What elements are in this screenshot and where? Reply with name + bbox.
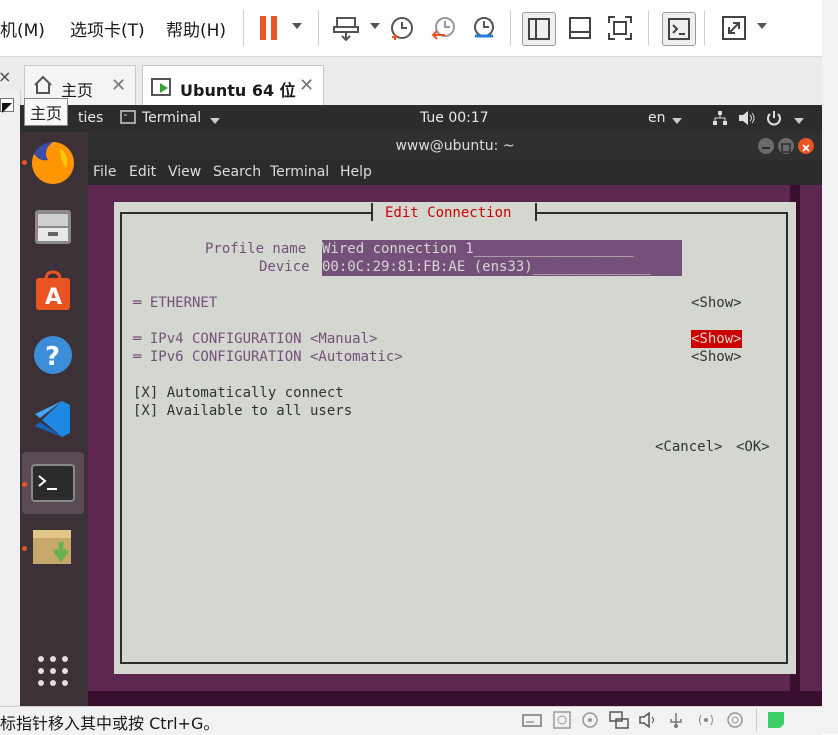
toolbar-separator <box>243 10 244 46</box>
profile-name-label: Profile name <box>205 241 307 257</box>
dialog-title: Edit Connection <box>385 205 512 221</box>
window-title: www@ubuntu: ~ <box>395 138 515 154</box>
device-input[interactable]: 00:0C:29:81:FB:AE (ens33)______________ <box>322 258 682 276</box>
snapshot-icon[interactable] <box>386 12 418 44</box>
software-center-icon[interactable]: A <box>30 268 76 314</box>
menu-machine[interactable]: 机(M) <box>0 16 45 41</box>
chevron-down-icon[interactable] <box>370 23 380 29</box>
vscode-icon[interactable] <box>30 396 76 442</box>
status-message: 标指针移入其中或按 Ctrl+G。 <box>0 714 220 733</box>
installer-icon[interactable] <box>30 524 76 570</box>
svg-text:A: A <box>45 285 62 310</box>
language-indicator[interactable]: en <box>648 110 666 126</box>
menu-edit[interactable]: Edit <box>129 164 156 180</box>
menu-view[interactable]: View <box>168 164 201 180</box>
dropdown-icon[interactable] <box>0 98 14 113</box>
chevron-down-icon[interactable] <box>757 23 767 29</box>
pause-icon[interactable] <box>253 12 285 44</box>
right-scroll-strip <box>822 0 838 734</box>
vm-icon <box>151 76 173 102</box>
chevron-down-icon[interactable] <box>210 114 220 130</box>
single-window-icon[interactable] <box>564 12 596 44</box>
ok-button[interactable]: <OK> <box>736 438 770 456</box>
ipv4-section: ═ IPv4 CONFIGURATION <Manual> <box>133 331 378 347</box>
send-keys-icon[interactable] <box>330 12 362 44</box>
show-apps-icon[interactable] <box>30 648 76 694</box>
status-separator <box>756 708 757 732</box>
wireless-icon[interactable] <box>696 710 716 730</box>
close-icon[interactable]: ✕ <box>299 75 314 96</box>
all-users-checkbox[interactable]: [X] Available to all users <box>133 402 352 420</box>
cd-rom-icon[interactable] <box>552 710 572 730</box>
tab-label: Ubuntu 64 位 <box>180 81 296 100</box>
files-icon[interactable] <box>30 204 76 250</box>
menu-file[interactable]: File <box>93 164 116 180</box>
menu-search[interactable]: Search <box>213 164 261 180</box>
toolbar-separator <box>648 10 649 46</box>
menu-help[interactable]: 帮助(H) <box>166 16 226 41</box>
ethernet-section: ═ ETHERNET <box>133 295 218 311</box>
tab-ubuntu[interactable]: Ubuntu 64 位 ✕ <box>142 65 324 105</box>
running-indicator <box>22 160 27 165</box>
tab-bar: × 主页 ✕ Ubuntu 64 位 ✕ <box>0 57 822 105</box>
terminal-titlebar: www@ubuntu: ~ <box>88 132 822 160</box>
terminal-icon[interactable] <box>30 460 76 506</box>
terminal-bottom-edge <box>88 691 822 706</box>
home-icon <box>33 75 53 99</box>
console-view-icon[interactable] <box>522 12 556 46</box>
profile-name-input[interactable]: Wired connection 1___________________ <box>322 240 682 258</box>
close-icon[interactable]: × <box>0 67 11 86</box>
cancel-button[interactable]: <Cancel> <box>655 438 722 456</box>
chevron-down-icon[interactable] <box>292 23 302 29</box>
clock[interactable]: Tue 00:17 <box>420 110 489 126</box>
volume-icon[interactable] <box>738 110 756 130</box>
terminal-app-icon <box>120 110 136 128</box>
terminal-menubar: File Edit View Search Terminal Help <box>88 160 822 185</box>
message-icon[interactable] <box>766 710 786 730</box>
close-icon[interactable] <box>798 138 814 154</box>
ipv6-show-button[interactable]: <Show> <box>691 348 742 366</box>
running-indicator <box>22 482 27 487</box>
help-icon[interactable]: ? <box>30 332 76 378</box>
toolbar-separator <box>704 10 705 46</box>
network-adapter-icon[interactable] <box>609 710 629 730</box>
ipv4-show-button[interactable]: <Show> <box>691 330 742 348</box>
fullscreen-icon[interactable] <box>604 12 636 44</box>
menu-terminal[interactable]: Terminal <box>270 164 329 180</box>
chevron-down-icon[interactable] <box>794 114 804 130</box>
terminal-view-icon[interactable] <box>662 12 696 46</box>
vmware-toolbar: 机(M) 选项卡(T) 帮助(H) <box>0 0 822 57</box>
ubuntu-dock: A ? <box>20 132 88 706</box>
minimize-icon[interactable] <box>758 138 774 154</box>
firefox-icon[interactable] <box>30 140 76 186</box>
host-side-strip <box>0 90 21 706</box>
record-icon[interactable] <box>725 710 745 730</box>
stretch-icon[interactable] <box>718 12 750 44</box>
chevron-down-icon[interactable] <box>672 114 682 130</box>
ipv6-section: ═ IPv6 CONFIGURATION <Automatic> <box>133 349 403 365</box>
revert-snapshot-icon[interactable] <box>428 12 460 44</box>
tooltip: 主页 <box>24 98 69 126</box>
ubuntu-top-panel: ties Terminal Tue 00:17 en <box>20 105 822 132</box>
close-icon[interactable]: ✕ <box>111 75 126 96</box>
sound-icon[interactable] <box>638 710 658 730</box>
menu-tabs[interactable]: 选项卡(T) <box>70 16 145 41</box>
power-icon[interactable] <box>766 110 782 130</box>
app-menu[interactable]: Terminal <box>142 110 201 126</box>
maximize-icon[interactable] <box>778 138 794 154</box>
menu-help[interactable]: Help <box>340 164 372 180</box>
floppy-icon[interactable] <box>580 710 600 730</box>
ethernet-show-button[interactable]: <Show> <box>691 294 742 312</box>
device-label: Device <box>259 259 310 275</box>
auto-connect-checkbox[interactable]: [X] Automatically connect <box>133 384 344 402</box>
hard-disk-icon[interactable] <box>522 710 542 730</box>
network-icon[interactable] <box>712 110 728 130</box>
activities-button[interactable]: ties <box>78 110 103 126</box>
svg-text:?: ? <box>45 342 60 372</box>
snapshot-manager-icon[interactable] <box>468 12 500 44</box>
toolbar-separator <box>510 10 511 46</box>
usb-icon[interactable] <box>666 710 686 730</box>
running-indicator <box>22 546 27 551</box>
toolbar-separator <box>318 10 319 46</box>
